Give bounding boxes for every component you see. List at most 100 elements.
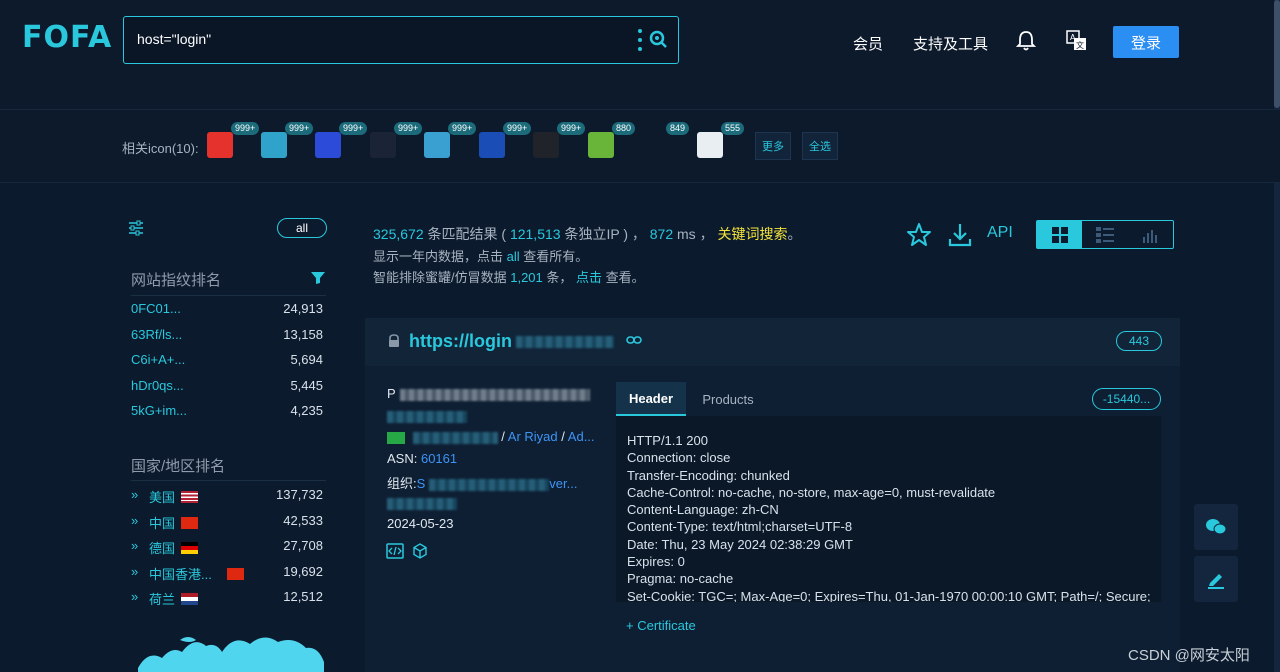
expand-chevron-icon[interactable]: » xyxy=(131,538,138,553)
result-url-text[interactable]: https://login xyxy=(409,331,512,351)
city-link[interactable]: Ar Riyad xyxy=(508,429,558,444)
result-card-header: https://login 443 xyxy=(365,318,1180,366)
wechat-button[interactable] xyxy=(1194,504,1238,550)
asn-link[interactable]: 60161 xyxy=(421,451,457,466)
edit-icon xyxy=(1208,574,1224,589)
country-row[interactable]: » 荷兰 12,512 xyxy=(131,589,323,609)
keyword-search-link[interactable]: 关键词搜索 xyxy=(717,226,787,242)
search-icon[interactable] xyxy=(648,29,668,49)
list-view-button[interactable] xyxy=(1082,221,1127,248)
download-icon[interactable] xyxy=(947,222,973,248)
honeypot-note: 智能排除蜜罐/仿冒数据 1,201 条， 点击 查看。 xyxy=(373,267,645,286)
fingerprint-row[interactable]: 5kG+im... 4,235 xyxy=(131,403,323,423)
country-name[interactable]: 美国 xyxy=(149,487,175,506)
cloud-eye-icon[interactable] xyxy=(424,132,450,158)
xh-icon[interactable] xyxy=(642,132,668,158)
nav-support-tools[interactable]: 支持及工具 xyxy=(913,33,988,54)
ip-address[interactable] xyxy=(387,408,467,423)
ring-icon[interactable] xyxy=(479,132,505,158)
green-b-icon[interactable] xyxy=(588,132,614,158)
star-icon[interactable] xyxy=(906,222,932,248)
code-icon[interactable] xyxy=(386,543,404,559)
asn: ASN: 60161 xyxy=(387,451,457,466)
document-icon[interactable] xyxy=(697,132,723,158)
one-year-note: 显示一年内数据，点击 all 查看所有。 xyxy=(373,246,588,265)
fingerprint-row[interactable]: 0FC01... 24,913 xyxy=(131,301,323,321)
http-header-line: Content-Type: text/html;charset=UTF-8 xyxy=(627,519,853,535)
fingerprint-row[interactable]: C6i+A+... 5,694 xyxy=(131,352,323,372)
note-suffix: 查看所有。 xyxy=(519,249,589,264)
related-icon-bar: 相关icon(10): 999+ 999+ 999+ 999+ 999+ 999+ 999+… xyxy=(0,110,1280,183)
grid-view-button[interactable] xyxy=(1037,221,1083,248)
scrollbar-thumb[interactable] xyxy=(1274,0,1280,108)
wechat-icon xyxy=(1206,519,1227,535)
show-all-link[interactable]: all xyxy=(507,249,520,264)
world-map-thumbnail[interactable] xyxy=(138,628,324,672)
http-header-line: Cache-Control: no-cache, no-store, max-a… xyxy=(627,484,996,500)
funnel-icon[interactable] xyxy=(311,272,325,284)
country-count: 137,732 xyxy=(276,487,323,502)
country-row[interactable]: » 中国香港... 19,692 xyxy=(131,564,323,584)
expand-chevron-icon[interactable]: » xyxy=(131,513,138,528)
cube-icon[interactable] xyxy=(412,543,428,559)
organization: 组织:S ver... xyxy=(387,473,577,492)
nav-membership[interactable]: 会员 xyxy=(853,33,883,54)
search-box[interactable]: host="login" xyxy=(123,16,679,64)
country-name[interactable]: 德国 xyxy=(149,538,175,557)
tab-header[interactable]: Header xyxy=(616,382,686,416)
more-options-icon[interactable] xyxy=(638,29,642,51)
country-row[interactable]: » 美国 137,732 xyxy=(131,487,323,507)
bell-icon[interactable] xyxy=(1016,30,1036,52)
icon-count-badge: 849 xyxy=(666,122,690,135)
fingerprint-name[interactable]: 63Rf/ls... xyxy=(131,327,182,342)
port-badge[interactable]: 443 xyxy=(1116,331,1162,351)
search-input[interactable]: host="login" xyxy=(137,31,211,47)
country-row[interactable]: » 中国 42,533 xyxy=(131,513,323,533)
stats-view-button[interactable] xyxy=(1128,221,1173,248)
vmware-icon[interactable] xyxy=(533,132,559,158)
fingerprint-name[interactable]: C6i+A+... xyxy=(131,352,185,367)
org-link[interactable]: S xyxy=(417,476,426,491)
link-icon[interactable] xyxy=(626,335,642,345)
hash-badge[interactable]: -15440... xyxy=(1092,388,1161,410)
fofa-logo[interactable]: FOFA xyxy=(22,20,112,55)
expand-chevron-icon[interactable]: » xyxy=(131,487,138,502)
tab-products[interactable]: Products xyxy=(700,382,756,416)
select-all-icons-button[interactable]: 全选 xyxy=(802,132,838,160)
view-toggle xyxy=(1036,220,1174,249)
country-name[interactable]: 中国 xyxy=(149,513,175,532)
certificate-link[interactable]: + Certificate xyxy=(626,618,696,633)
login-button[interactable]: 登录 xyxy=(1113,26,1179,58)
fingerprint-row[interactable]: 63Rf/ls... 13,158 xyxy=(131,327,323,347)
hk-flag-icon xyxy=(227,567,244,580)
translate-icon[interactable]: A 文 xyxy=(1066,30,1088,52)
http-header-line: Connection: close xyxy=(627,450,731,466)
scrollbar[interactable] xyxy=(1274,0,1280,672)
fingerprint-count: 5,694 xyxy=(290,352,323,367)
baidu-paw-icon[interactable] xyxy=(315,132,341,158)
fingerprint-name[interactable]: hDr0qs... xyxy=(131,378,184,393)
bird-icon[interactable] xyxy=(370,132,396,158)
region-link[interactable]: Ad... xyxy=(568,429,595,444)
fingerprint-row[interactable]: hDr0qs... 5,445 xyxy=(131,378,323,398)
icon-count-badge: 555 xyxy=(721,122,745,135)
fingerprint-name[interactable]: 0FC01... xyxy=(131,301,181,316)
expand-chevron-icon[interactable]: » xyxy=(131,564,138,579)
country-name[interactable]: 荷兰 xyxy=(149,589,175,608)
api-link[interactable]: API xyxy=(987,224,1013,242)
router-icon[interactable] xyxy=(261,132,287,158)
all-data-toggle[interactable]: all xyxy=(277,218,327,238)
country-name[interactable]: 中国香港... xyxy=(149,564,212,583)
feedback-button[interactable] xyxy=(1194,556,1238,602)
icon-count-badge: 999+ xyxy=(448,122,477,135)
org-tail[interactable]: ver... xyxy=(549,476,577,491)
more-icons-button[interactable]: 更多 xyxy=(755,132,791,160)
fingerprint-name[interactable]: 5kG+im... xyxy=(131,403,187,418)
location-separator: / xyxy=(501,429,505,444)
view-honeypot-link[interactable]: 点击 xyxy=(576,270,602,285)
result-url[interactable]: https://login xyxy=(409,331,614,352)
oracle-icon[interactable] xyxy=(207,132,233,158)
country-row[interactable]: » 德国 27,708 xyxy=(131,538,323,558)
filter-settings-icon[interactable] xyxy=(128,220,144,236)
expand-chevron-icon[interactable]: » xyxy=(131,589,138,604)
